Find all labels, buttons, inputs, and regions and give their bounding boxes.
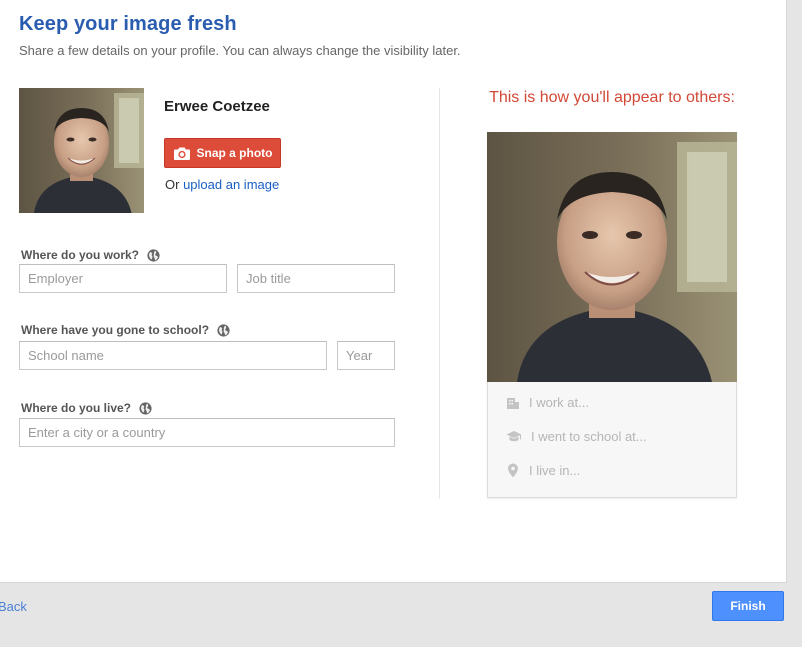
preview-photo-image bbox=[487, 132, 737, 382]
camera-icon bbox=[173, 147, 190, 160]
preview-school-row: I went to school at... bbox=[506, 429, 647, 444]
building-icon bbox=[507, 397, 519, 409]
preview-live-row: I live in... bbox=[506, 463, 580, 478]
upload-line: Or upload an image bbox=[165, 177, 279, 192]
snap-photo-label: Snap a photo bbox=[196, 146, 273, 160]
preview-school-text: I went to school at... bbox=[531, 429, 647, 444]
snap-photo-button[interactable]: Snap a photo bbox=[164, 138, 281, 168]
upload-prefix: Or bbox=[165, 177, 180, 192]
graduation-cap-icon bbox=[506, 430, 522, 441]
globe-icon[interactable] bbox=[147, 248, 160, 262]
preview-live-text: I live in... bbox=[529, 463, 581, 478]
upload-image-link[interactable]: upload an image bbox=[183, 177, 279, 192]
finish-button[interactable]: Finish bbox=[712, 591, 784, 621]
work-label: Where do you work? bbox=[21, 248, 140, 262]
back-link[interactable]: Back bbox=[0, 599, 27, 614]
globe-icon[interactable] bbox=[217, 323, 230, 337]
profile-avatar bbox=[19, 88, 144, 213]
preview-work-text: I work at... bbox=[529, 395, 589, 410]
preview-photo bbox=[487, 132, 737, 382]
profile-name: Erwee Coetzee bbox=[164, 98, 270, 115]
location-pin-icon bbox=[508, 463, 518, 478]
work-label-row: Where do you work? bbox=[21, 248, 160, 262]
globe-icon[interactable] bbox=[139, 401, 152, 415]
job-title-input[interactable] bbox=[237, 264, 395, 293]
preview-card: I work at... I went to school at... I li… bbox=[487, 132, 737, 498]
live-label-row: Where do you live? bbox=[21, 401, 152, 415]
school-name-input[interactable] bbox=[19, 341, 327, 370]
column-divider bbox=[439, 88, 440, 499]
profile-photo-image bbox=[19, 88, 144, 213]
school-label: Where have you gone to school? bbox=[21, 323, 210, 337]
preview-work-row: I work at... bbox=[506, 395, 589, 410]
preview-title: This is how you'll appear to others: bbox=[489, 89, 735, 106]
school-label-row: Where have you gone to school? bbox=[21, 323, 230, 337]
employer-input[interactable] bbox=[19, 264, 227, 293]
live-label: Where do you live? bbox=[21, 401, 132, 415]
location-input[interactable] bbox=[19, 418, 395, 447]
school-year-input[interactable] bbox=[337, 341, 395, 370]
page-title: Keep your image fresh bbox=[19, 13, 237, 35]
page-subtitle: Share a few details on your profile. You… bbox=[19, 43, 461, 58]
profile-setup-card: Keep your image fresh Share a few detail… bbox=[0, 0, 787, 583]
